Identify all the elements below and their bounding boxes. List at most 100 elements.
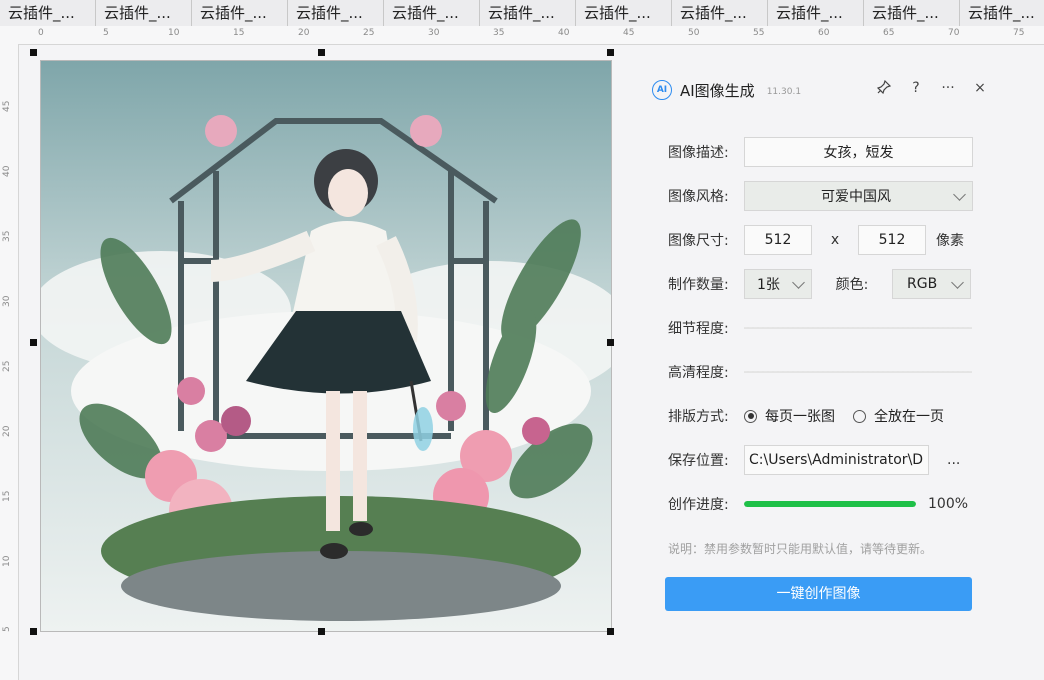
document-tab[interactable]: 云插件_... [288, 0, 384, 26]
document-tab[interactable]: 云插件_... [864, 0, 960, 26]
ruler-tick-label: 10 [2, 555, 12, 567]
layout-row: 排版方式: 每页一张图 全放在一页 [668, 401, 962, 431]
color-label: 颜色: [835, 277, 869, 293]
count-select-value: 1张 [757, 277, 780, 293]
height-input[interactable]: 512 [858, 225, 926, 255]
progress-bar [744, 501, 916, 507]
resize-handle[interactable] [607, 339, 614, 346]
ruler-tick-label: 5 [2, 626, 12, 632]
size-unit-label: 像素 [936, 233, 964, 249]
save-label: 保存位置: [668, 453, 729, 469]
resize-handle[interactable] [318, 49, 325, 56]
resize-handle[interactable] [30, 339, 37, 346]
ruler-tick-label: 20 [2, 425, 12, 437]
document-tab[interactable]: 云插件_... [960, 0, 1044, 26]
ruler-tick-label: 30 [428, 28, 440, 38]
color-select[interactable]: RGB [892, 269, 971, 299]
document-tab[interactable]: 云插件_... [96, 0, 192, 26]
browse-button[interactable]: ... [947, 452, 960, 468]
hd-row: 高清程度: [668, 357, 972, 387]
ruler-tick-label: 55 [753, 28, 765, 38]
layout-radio-per-page[interactable] [744, 409, 757, 423]
ai-image-generation-panel: AI AI图像生成 11.30.1 ? ··· × 图像描述: 女孩，短发 图像… [638, 66, 988, 626]
ruler-tick-label: 70 [948, 28, 960, 38]
chevron-down-icon [792, 275, 805, 289]
resize-handle[interactable] [30, 628, 37, 635]
hd-slider [744, 371, 972, 373]
panel-header: AI AI图像生成 11.30.1 [652, 78, 801, 102]
chevron-down-icon [953, 187, 966, 201]
ruler-tick-label: 60 [818, 28, 830, 38]
ruler-tick-label: 50 [688, 28, 700, 38]
ruler-tick-label: 35 [493, 28, 505, 38]
document-tab[interactable]: 云插件_... [0, 0, 96, 26]
ruler-tick-label: 40 [558, 28, 570, 38]
progress-row: 创作进度: 100% [668, 489, 968, 519]
ruler-tick-label: 15 [2, 490, 12, 502]
hd-label: 高清程度: [668, 365, 729, 381]
description-input[interactable]: 女孩，短发 [744, 137, 973, 167]
detail-slider [744, 327, 972, 329]
size-label: 图像尺寸: [668, 233, 729, 249]
width-input[interactable]: 512 [744, 225, 812, 255]
ruler-tick-label: 15 [233, 28, 245, 38]
detail-label: 细节程度: [668, 321, 729, 337]
panel-title: AI图像生成 [680, 81, 755, 100]
pin-icon[interactable] [876, 79, 892, 96]
ai-logo-icon: AI [652, 80, 672, 100]
save-path-input[interactable]: C:\Users\Administrator\D [744, 445, 929, 475]
resize-handle[interactable] [30, 49, 37, 56]
ruler-tick-label: 30 [2, 295, 12, 307]
layout-radio-all-one-page[interactable] [853, 409, 866, 423]
count-color-row: 制作数量: 1张 颜色: RGB [668, 269, 971, 299]
progress-label: 创作进度: [668, 497, 729, 513]
count-select[interactable]: 1张 [744, 269, 812, 299]
ruler-tick-label: 0 [38, 28, 44, 38]
style-select[interactable]: 可爱中国风 [744, 181, 973, 211]
resize-handle[interactable] [318, 628, 325, 635]
layout-option-all-one-page[interactable]: 全放在一页 [874, 406, 944, 426]
style-label: 图像风格: [668, 189, 729, 205]
ruler-tick-label: 20 [298, 28, 310, 38]
document-tab[interactable]: 云插件_... [672, 0, 768, 26]
ruler-tick-label: 10 [168, 28, 180, 38]
more-icon[interactable]: ··· [940, 80, 956, 96]
document-tab[interactable]: 云插件_... [768, 0, 864, 26]
color-select-value: RGB [907, 276, 938, 292]
help-icon[interactable]: ? [908, 80, 924, 96]
document-tab[interactable]: 云插件_... [384, 0, 480, 26]
ruler-tick-label: 35 [2, 230, 12, 242]
size-separator: x [830, 232, 840, 248]
document-tab-strip: 云插件_... 云插件_... 云插件_... 云插件_... 云插件_... … [0, 0, 1044, 27]
style-row: 图像风格: 可爱中国风 [668, 181, 973, 211]
vertical-ruler: 454035302520151050 [0, 44, 19, 680]
resize-handle[interactable] [607, 628, 614, 635]
resize-handle[interactable] [607, 49, 614, 56]
layout-option-per-page[interactable]: 每页一张图 [765, 406, 835, 426]
panel-header-actions: ? ··· × [876, 79, 988, 96]
ruler-tick-label: 45 [2, 100, 12, 112]
count-label: 制作数量: [668, 277, 729, 293]
ruler-tick-label: 45 [623, 28, 635, 38]
ruler-tick-label: 25 [2, 360, 12, 372]
description-label: 图像描述: [668, 145, 729, 161]
progress-bar-fill [744, 501, 916, 507]
detail-row: 细节程度: [668, 313, 972, 343]
ruler-tick-label: 25 [363, 28, 375, 38]
document-tab[interactable]: 云插件_... [480, 0, 576, 26]
document-tab[interactable]: 云插件_... [576, 0, 672, 26]
ruler-tick-label: 40 [2, 165, 12, 177]
version-label: 11.30.1 [766, 86, 802, 97]
ruler-tick-label: 65 [883, 28, 895, 38]
chevron-down-icon [951, 275, 964, 289]
document-tab[interactable]: 云插件_... [192, 0, 288, 26]
note-text: 说明：禁用参数暂时只能用默认值，请等待更新。 [668, 542, 933, 556]
ruler-tick-label: 5 [103, 28, 109, 38]
create-image-button[interactable]: 一键创作图像 [665, 577, 972, 611]
save-row: 保存位置: C:\Users\Administrator\D ... [668, 445, 960, 475]
generated-image[interactable] [40, 60, 612, 632]
size-row: 图像尺寸: 512 x 512 像素 [668, 225, 964, 255]
close-icon[interactable]: × [972, 80, 988, 96]
style-select-value: 可爱中国风 [821, 189, 891, 205]
ruler-tick-label: 75 [1013, 28, 1025, 38]
